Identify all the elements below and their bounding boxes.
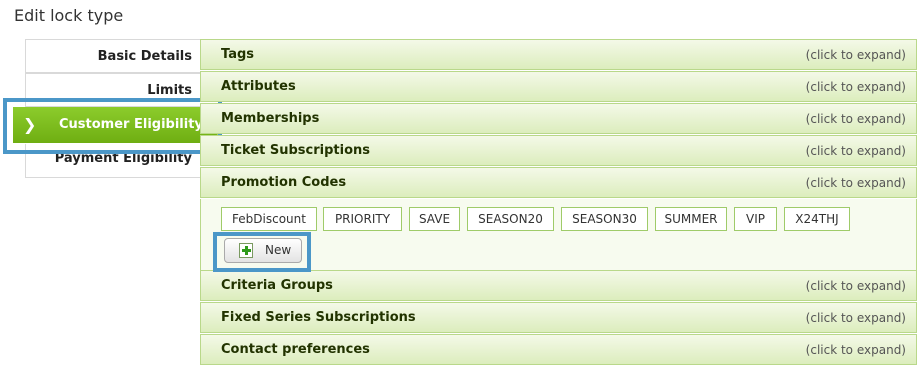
nav-item-payment-eligibility[interactable]: Payment Eligibility bbox=[25, 144, 200, 178]
nav-item-label: Customer Eligibility bbox=[59, 117, 203, 132]
new-button-label: New bbox=[265, 243, 292, 257]
promo-code-tag[interactable]: X24THJ bbox=[784, 207, 850, 231]
section-ticket-subscriptions[interactable]: Ticket Subscriptions (click to expand) bbox=[200, 135, 917, 166]
promo-code-tag[interactable]: SEASON20 bbox=[467, 207, 554, 231]
section-attributes[interactable]: Attributes (click to expand) bbox=[200, 71, 917, 102]
expand-hint: (click to expand) bbox=[805, 48, 906, 62]
section-title: Criteria Groups bbox=[221, 278, 333, 293]
section-fixed-series-subscriptions[interactable]: Fixed Series Subscriptions (click to exp… bbox=[200, 302, 917, 333]
section-memberships[interactable]: Memberships (click to expand) bbox=[200, 103, 917, 134]
promo-code-tag[interactable]: PRIORITY bbox=[323, 207, 402, 231]
section-title: Contact preferences bbox=[221, 342, 370, 357]
section-promotion-codes[interactable]: Promotion Codes (click to expand) bbox=[200, 167, 917, 198]
section-title: Tags bbox=[221, 47, 255, 62]
nav-item-basic-details[interactable]: Basic Details bbox=[25, 39, 200, 73]
section-title: Promotion Codes bbox=[221, 175, 347, 190]
promo-code-tag[interactable]: SUMMER bbox=[655, 207, 727, 231]
expand-hint: (click to expand) bbox=[805, 112, 906, 126]
chevron-right-icon: ❯ bbox=[23, 115, 37, 134]
promo-code-tag[interactable]: SAVE bbox=[409, 207, 460, 231]
section-criteria-groups[interactable]: Criteria Groups (click to expand) bbox=[200, 270, 917, 301]
expand-hint: (click to expand) bbox=[805, 80, 906, 94]
add-document-icon bbox=[239, 243, 253, 258]
expand-hint: (click to expand) bbox=[805, 144, 906, 158]
section-title: Ticket Subscriptions bbox=[221, 143, 371, 158]
promo-code-tag[interactable]: VIP bbox=[734, 207, 777, 231]
section-title: Fixed Series Subscriptions bbox=[221, 310, 416, 325]
promo-code-tag[interactable]: SEASON30 bbox=[561, 207, 648, 231]
nav-item-customer-eligibility[interactable]: ❯ Customer Eligibility bbox=[13, 107, 224, 143]
section-title: Attributes bbox=[221, 79, 296, 94]
page-title: Edit lock type bbox=[14, 6, 124, 25]
new-promo-code-button[interactable]: New bbox=[224, 238, 302, 263]
section-contact-preferences[interactable]: Contact preferences (click to expand) bbox=[200, 334, 917, 365]
promo-code-tag[interactable]: FebDiscount bbox=[221, 207, 317, 231]
expand-hint: (click to expand) bbox=[805, 176, 906, 190]
section-title: Memberships bbox=[221, 111, 320, 126]
expand-hint: (click to expand) bbox=[805, 311, 906, 325]
nav-item-limits[interactable]: Limits bbox=[25, 73, 200, 107]
expand-hint: (click to expand) bbox=[805, 279, 906, 293]
expand-hint: (click to expand) bbox=[805, 343, 906, 357]
section-tags[interactable]: Tags (click to expand) bbox=[200, 39, 917, 70]
promotion-codes-panel: FebDiscount PRIORITY SAVE SEASON20 SEASO… bbox=[200, 199, 917, 270]
